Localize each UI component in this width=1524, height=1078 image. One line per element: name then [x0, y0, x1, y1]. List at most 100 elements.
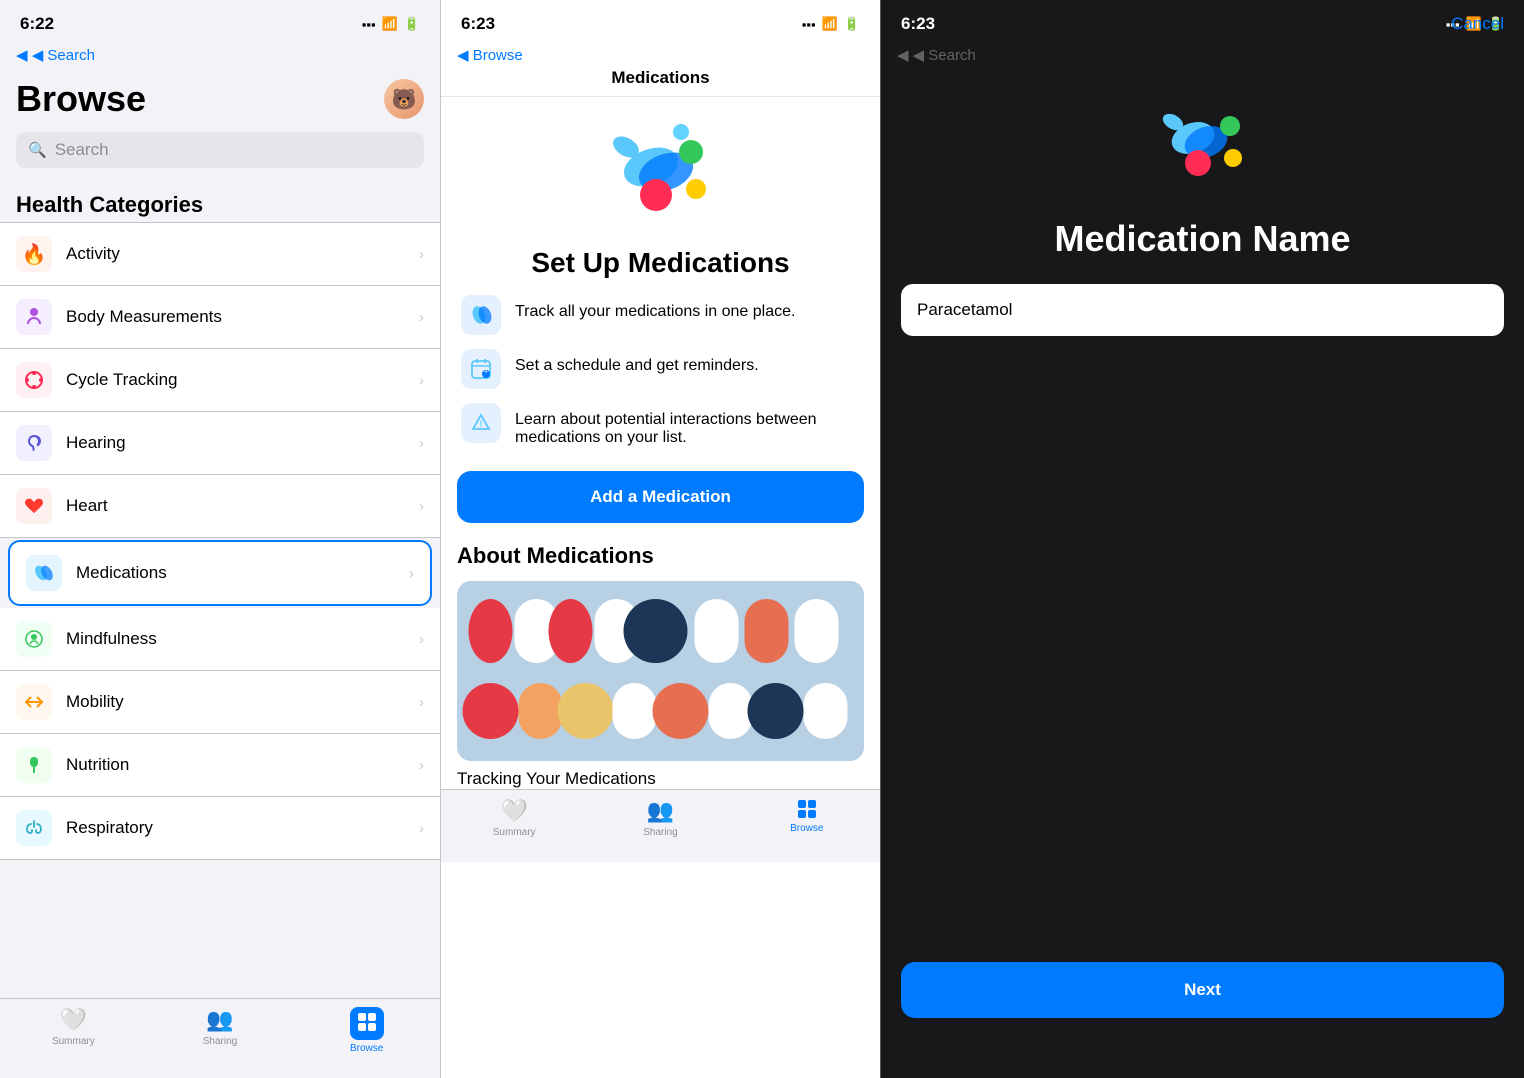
- status-icons-1: ▪▪▪ 📶 🔋: [362, 16, 420, 32]
- category-item-activity[interactable]: 🔥 Activity ›: [0, 222, 440, 286]
- cancel-button[interactable]: Cancel: [1451, 14, 1504, 34]
- feature-list: Track all your medications in one place.…: [441, 295, 880, 447]
- tab-summary-2[interactable]: 🤍 Summary: [441, 798, 587, 838]
- tab-sharing-2[interactable]: 👥 Sharing: [587, 798, 733, 838]
- med-hero-3: [881, 68, 1524, 208]
- heart-tab-icon: 🤍: [60, 1007, 87, 1033]
- signal-icon: 📶: [382, 16, 398, 32]
- mobility-label: Mobility: [66, 692, 419, 712]
- tab-bar-1: 🤍 Summary 👥 Sharing Browse: [0, 998, 440, 1078]
- feature-schedule-icon: +: [461, 349, 501, 389]
- body-measurements-icon: [16, 299, 52, 335]
- tab-browse-label-1: Browse: [350, 1043, 383, 1054]
- browse-grid-icon-2: [794, 798, 820, 820]
- mobility-icon: [16, 684, 52, 720]
- wifi-icon: ▪▪▪: [362, 17, 376, 32]
- feature-interactions-icon: !: [461, 403, 501, 443]
- category-item-heart[interactable]: Heart ›: [0, 475, 440, 538]
- back-nav-1[interactable]: ◀ ◀ Search: [0, 42, 440, 70]
- back-arrow-2: ◀: [457, 47, 469, 64]
- tab-summary-1[interactable]: 🤍 Summary: [0, 1007, 147, 1054]
- category-item-mindfulness[interactable]: Mindfulness ›: [0, 608, 440, 671]
- about-section: About Medications: [441, 543, 880, 789]
- status-bar-2: 6:23 ▪▪▪ 📶 🔋: [441, 0, 880, 42]
- setup-title: Set Up Medications: [441, 237, 880, 295]
- feature-interactions-text: Learn about potential interactions betwe…: [515, 403, 860, 447]
- search-bar[interactable]: 🔍 Search: [16, 132, 424, 168]
- category-item-respiratory[interactable]: Respiratory ›: [0, 797, 440, 860]
- chevron-hearing: ›: [419, 435, 424, 452]
- cycle-tracking-icon: [16, 362, 52, 398]
- nutrition-label: Nutrition: [66, 755, 419, 775]
- category-item-hearing[interactable]: Hearing ›: [0, 412, 440, 475]
- heart-icon: [16, 488, 52, 524]
- back-nav-2[interactable]: ◀ Browse: [441, 42, 880, 68]
- search-placeholder: Search: [55, 140, 109, 160]
- cycle-tracking-label: Cycle Tracking: [66, 370, 419, 390]
- svg-text:+: +: [484, 369, 488, 376]
- hearing-label: Hearing: [66, 433, 419, 453]
- medication-name-title: Medication Name: [881, 208, 1524, 284]
- chevron-body: ›: [419, 309, 424, 326]
- sharing-tab-icon-2: 👥: [647, 798, 674, 824]
- mindfulness-label: Mindfulness: [66, 629, 419, 649]
- browse-grid-icon: [356, 1011, 378, 1033]
- back-nav-3: ◀ ◀ Search: [881, 42, 1524, 68]
- panel-medication-name: 6:23 ▪▪▪ 📶 🔋 ◀ ◀ Search Cancel Medicatio…: [880, 0, 1524, 1078]
- chevron-cycle: ›: [419, 372, 424, 389]
- category-item-body-measurements[interactable]: Body Measurements ›: [0, 286, 440, 349]
- medications-label: Medications: [76, 563, 409, 583]
- chevron-mobility: ›: [419, 694, 424, 711]
- mindfulness-icon: [16, 621, 52, 657]
- tab-sharing-label-1: Sharing: [203, 1036, 237, 1047]
- chevron-nutrition: ›: [419, 757, 424, 774]
- category-item-nutrition[interactable]: Nutrition ›: [0, 734, 440, 797]
- add-medication-button[interactable]: Add a Medication: [457, 471, 864, 523]
- tab-browse-2[interactable]: Browse: [734, 798, 880, 838]
- medications-pills-svg: [596, 117, 726, 227]
- medications-icon: [26, 555, 62, 591]
- status-bar-1: 6:22 ▪▪▪ 📶 🔋: [0, 0, 440, 42]
- nav-title-2: Medications: [611, 68, 709, 88]
- category-item-cycle-tracking[interactable]: Cycle Tracking ›: [0, 349, 440, 412]
- feature-schedule-text: Set a schedule and get reminders.: [515, 349, 860, 375]
- feature-track-icon: [461, 295, 501, 335]
- battery-icon-2: 🔋: [844, 16, 860, 32]
- category-item-medications[interactable]: Medications ›: [8, 540, 432, 606]
- tab-browse-1[interactable]: Browse: [293, 1007, 440, 1054]
- tab-summary-label-1: Summary: [52, 1036, 95, 1047]
- sharing-tab-icon: 👥: [206, 1007, 233, 1033]
- battery-icon: 🔋: [404, 16, 420, 32]
- status-bar-3: 6:23 ▪▪▪ 📶 🔋: [881, 0, 1524, 42]
- signal-icon-2: 📶: [822, 16, 838, 32]
- category-list: 🔥 Activity › Body Measurements › Cycle T…: [0, 222, 440, 998]
- feature-track-text: Track all your medications in one place.: [515, 295, 860, 321]
- heart-label: Heart: [66, 496, 419, 516]
- respiratory-label: Respiratory: [66, 818, 419, 838]
- tab-summary-label-2: Summary: [493, 827, 536, 838]
- tab-browse-label-2: Browse: [790, 823, 823, 834]
- panel-browse: 6:22 ▪▪▪ 📶 🔋 ◀ ◀ Search Browse 🐻 🔍 Searc…: [0, 0, 440, 1078]
- status-icons-2: ▪▪▪ 📶 🔋: [802, 16, 860, 32]
- chevron-mindfulness: ›: [419, 631, 424, 648]
- back-label-2: Browse: [473, 47, 523, 64]
- heart-tab-icon-2: 🤍: [500, 798, 527, 824]
- search-icon: 🔍: [28, 141, 47, 159]
- next-button[interactable]: Next: [901, 962, 1504, 1018]
- med-pills-svg-3: [1148, 98, 1258, 188]
- category-item-mobility[interactable]: Mobility ›: [0, 671, 440, 734]
- back-label-3: ◀ Search: [913, 46, 976, 64]
- nav-bar-2: Medications: [441, 68, 880, 97]
- medication-name-input[interactable]: [901, 284, 1504, 336]
- status-time-2: 6:23: [461, 14, 495, 34]
- back-arrow-1: ◀: [16, 47, 28, 64]
- chevron-medications: ›: [409, 565, 414, 582]
- tab-sharing-1[interactable]: 👥 Sharing: [147, 1007, 294, 1054]
- back-label-1: ◀ Search: [32, 47, 95, 64]
- chevron-heart: ›: [419, 498, 424, 515]
- status-time-1: 6:22: [20, 14, 54, 34]
- avatar[interactable]: 🐻: [384, 79, 424, 119]
- about-title: About Medications: [457, 543, 864, 569]
- back-arrow-3: ◀: [897, 46, 909, 64]
- hearing-icon: [16, 425, 52, 461]
